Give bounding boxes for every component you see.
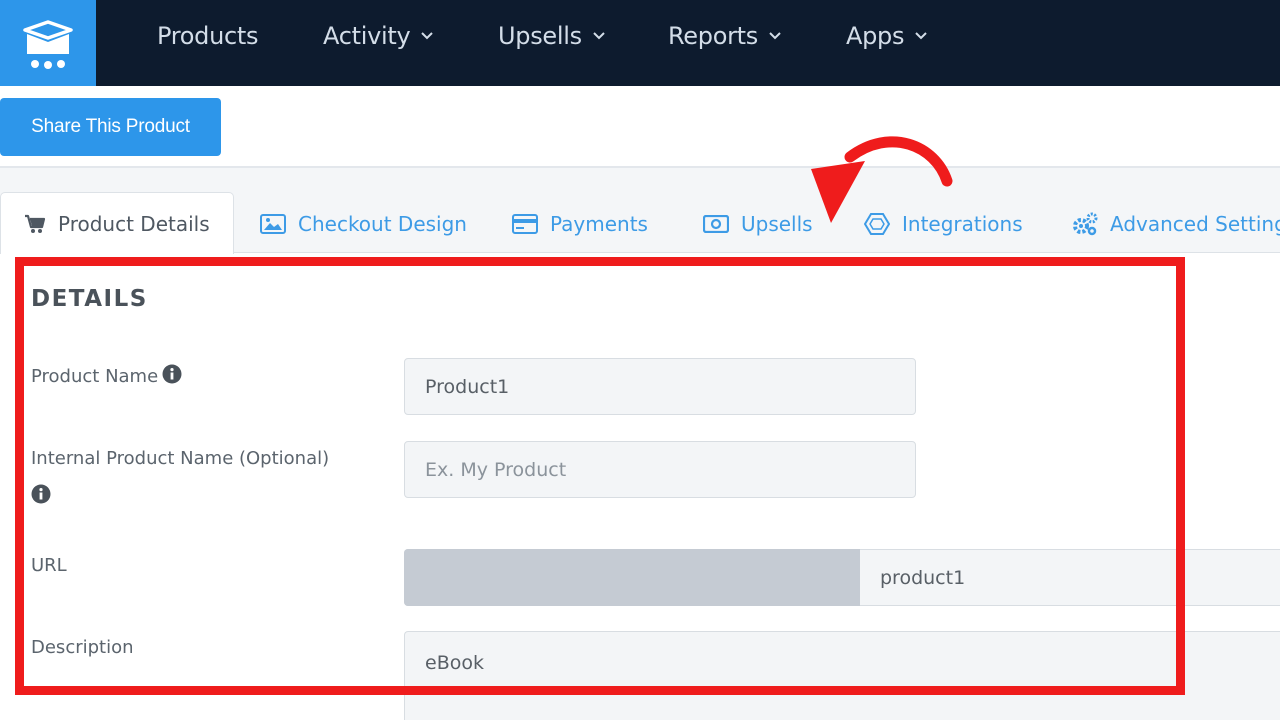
shopping-cart-box-icon [23,20,73,69]
tab-label: Advanced Setting [1110,212,1280,236]
nav-item-label: Products [157,22,259,50]
product-editor-page: Products Activity Upsells Reports Apps S… [0,0,1280,720]
cart-icon [24,214,46,234]
tab-label: Payments [550,212,648,236]
tab-upsells[interactable]: Upsells [703,208,813,240]
chevron-down-icon [592,31,606,41]
description-label: Description [31,637,134,658]
chevron-down-icon [914,31,928,41]
nav-item-label: Upsells [498,22,582,50]
description-textarea[interactable]: eBook [404,631,1280,720]
tab-integrations[interactable]: Integrations [864,208,1023,240]
chevron-down-icon [420,31,434,41]
info-icon[interactable] [162,364,182,384]
tab-label: Product Details [58,212,210,236]
image-icon [260,214,286,234]
url-prefix-addon [404,549,860,606]
url-slug-input[interactable]: product1 [860,549,1280,606]
tab-payments[interactable]: Payments [512,208,648,240]
share-product-label: Share This Product [31,116,190,137]
chevron-down-icon [768,31,782,41]
product-name-value: Product1 [425,375,510,398]
internal-name-placeholder: Ex. My Product [425,458,567,481]
nav-item-apps[interactable]: Apps [846,0,928,72]
info-icon[interactable] [31,484,51,504]
gears-icon [1072,212,1098,236]
tab-checkout-design[interactable]: Checkout Design [260,208,467,240]
tab-advanced-settings[interactable]: Advanced Setting [1072,208,1280,240]
internal-name-label-text: Internal Product Name (Optional) [31,448,330,469]
hexagon-icon [864,212,890,236]
internal-name-input[interactable]: Ex. My Product [404,441,916,498]
credit-card-icon [512,214,538,234]
nav-item-activity[interactable]: Activity [323,0,434,72]
nav-item-label: Reports [668,22,758,50]
money-icon [703,215,729,233]
tab-bar-border [234,252,1280,253]
product-name-input[interactable]: Product1 [404,358,916,415]
url-label: URL [31,555,67,576]
tab-label: Integrations [902,212,1023,236]
nav-item-label: Activity [323,22,411,50]
top-navigation-bar: Products Activity Upsells Reports Apps [0,0,1280,86]
nav-item-products[interactable]: Products [157,0,259,72]
product-name-label-text: Product Name [31,366,159,387]
product-name-label: Product Name [31,364,182,387]
internal-name-label: Internal Product Name (Optional) [31,448,329,469]
tab-product-details[interactable]: Product Details [24,208,210,240]
app-logo[interactable] [0,0,96,86]
description-value: eBook [425,652,484,674]
tab-label: Checkout Design [298,212,467,236]
tab-label: Upsells [741,212,813,236]
nav-item-label: Apps [846,22,905,50]
nav-item-reports[interactable]: Reports [668,0,782,72]
url-slug-value: product1 [880,566,966,589]
share-product-button[interactable]: Share This Product [0,98,221,156]
section-title: DETAILS [31,286,148,312]
nav-item-upsells[interactable]: Upsells [498,0,606,72]
